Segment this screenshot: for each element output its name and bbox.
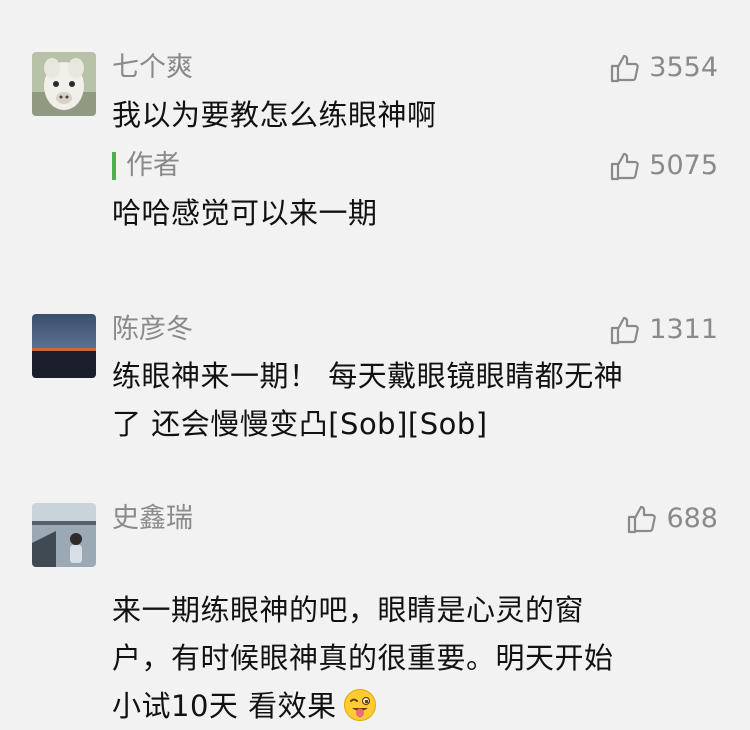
- comment-text-container: 来一期练眼神的吧，眼睛是心灵的窗 户，有时候眼神真的很重要。明天开始 小试10天…: [112, 538, 712, 730]
- thumbs-up-icon: [628, 505, 657, 534]
- thumbs-up-icon: [611, 152, 640, 181]
- thumbs-up-icon: [611, 54, 640, 83]
- avatar[interactable]: [32, 314, 96, 378]
- like-count: 5075: [649, 150, 718, 181]
- reply-text: 哈哈感觉可以来一期: [112, 196, 378, 230]
- like-count: 3554: [649, 52, 718, 83]
- like-count: 688: [666, 503, 718, 534]
- like-button[interactable]: 688: [626, 501, 718, 537]
- like-count: 1311: [649, 314, 718, 345]
- comment-text: 我以为要教怎么练眼神啊: [112, 98, 437, 132]
- reply-indicator: [112, 152, 116, 180]
- comment-author[interactable]: 陈彦冬: [112, 312, 193, 348]
- reply-author: 作者: [126, 150, 180, 181]
- like-button[interactable]: 1311: [609, 312, 718, 348]
- comment-author[interactable]: 七个爽: [112, 50, 193, 86]
- reply-like-button[interactable]: 5075: [609, 148, 718, 184]
- avatar[interactable]: [32, 52, 96, 116]
- like-button[interactable]: 3554: [609, 50, 718, 86]
- comment-text: 练眼神来一期！ 每天戴眼镜眼睛都无神 了 还会慢慢变凸[Sob][Sob]: [112, 359, 624, 441]
- winking-tongue-emoji-icon: [343, 689, 376, 721]
- thumbs-up-icon: [611, 316, 640, 345]
- avatar[interactable]: [32, 503, 96, 567]
- comment-author[interactable]: 史鑫瑞: [112, 501, 193, 537]
